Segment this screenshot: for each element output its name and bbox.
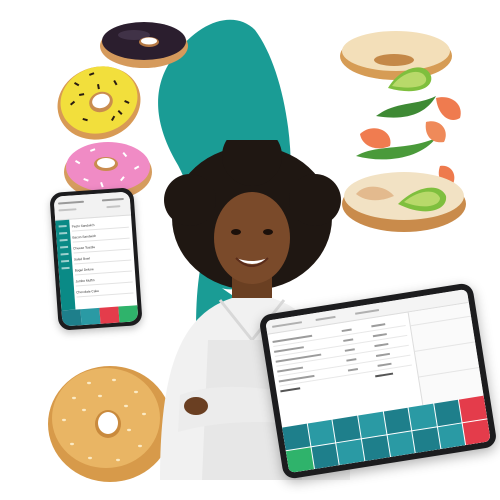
pos-tablet-screen [265, 288, 491, 474]
tablet-key[interactable] [282, 423, 310, 450]
tablet-key[interactable] [387, 430, 415, 457]
phone-hold-button[interactable] [80, 307, 101, 326]
tablet-key[interactable] [383, 407, 412, 434]
tablet-key[interactable] [332, 415, 361, 442]
phone-pay-button[interactable] [61, 309, 82, 327]
tablet-key-void[interactable] [459, 395, 488, 422]
tablet-key[interactable] [437, 422, 466, 449]
tablet-key-cancel[interactable] [462, 418, 491, 445]
phone-send-button[interactable] [118, 305, 139, 323]
tablet-key[interactable] [311, 442, 339, 469]
tablet-key[interactable] [358, 411, 386, 438]
pos-phone-screen: Pesto Sandwich Bacon Sandwich Cheese Toa… [53, 191, 139, 327]
tablet-key[interactable] [307, 419, 336, 446]
tablet-key[interactable] [408, 403, 437, 430]
marketing-hero: Pesto Sandwich Bacon Sandwich Cheese Toa… [0, 0, 500, 500]
tablet-key[interactable] [412, 426, 441, 453]
tablet-key[interactable] [361, 434, 390, 461]
phone-void-button[interactable] [99, 306, 120, 324]
yellow-donut-image [57, 66, 141, 140]
pos-tablet-device [258, 282, 498, 480]
pos-phone-device: Pesto Sandwich Bacon Sandwich Cheese Toa… [49, 187, 143, 331]
tablet-key[interactable] [336, 438, 365, 465]
tablet-key[interactable] [433, 399, 462, 426]
phone-header [53, 191, 132, 221]
tablet-key-pay[interactable] [285, 446, 314, 474]
